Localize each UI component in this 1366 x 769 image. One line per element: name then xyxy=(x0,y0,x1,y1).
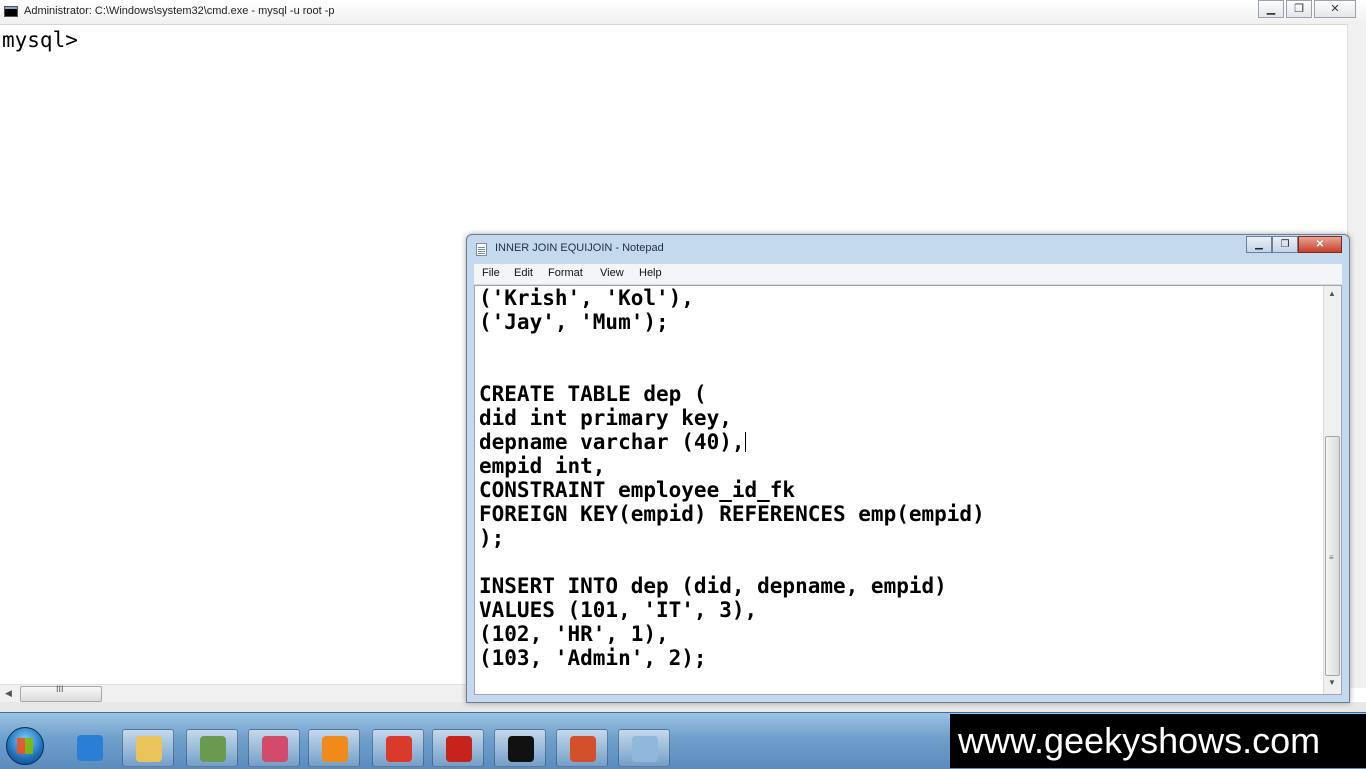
notepad-line-text: (102, 'HR', 1), xyxy=(479,622,669,646)
notepad-maximize-button[interactable]: ❐ xyxy=(1272,236,1298,253)
file-explorer-icon xyxy=(136,736,162,762)
notepad-window-title: INNER JOIN EQUIJOIN - Notepad xyxy=(495,242,664,254)
notepad-line[interactable]: empid int, xyxy=(479,454,985,478)
cmd-bottom-edge xyxy=(0,702,1366,712)
notepad-line-text: ('Krish', 'Kol'), xyxy=(479,286,694,310)
notepad-line-text: ('Jay', 'Mum'); xyxy=(479,310,669,334)
acrobat-reader-icon xyxy=(446,736,472,762)
menu-view[interactable]: View xyxy=(600,267,624,279)
notepad-line-text: INSERT INTO dep (did, depname, empid) xyxy=(479,574,947,598)
notepad-icon xyxy=(632,736,658,762)
text-caret xyxy=(744,432,746,452)
notepad-line[interactable]: (102, 'HR', 1), xyxy=(479,622,985,646)
notepad-titlebar[interactable]: INNER JOIN EQUIJOIN - Notepad ▁ ❐ ✕ xyxy=(467,235,1349,263)
notepad-text-content[interactable]: ('Krish', 'Kol'), ('Jay', 'Mum'); CREATE T… xyxy=(479,286,985,670)
notepad-line[interactable]: INSERT INTO dep (did, depname, empid) xyxy=(479,574,985,598)
scroll-down-icon[interactable]: ▼ xyxy=(1328,678,1336,687)
command-prompt-icon xyxy=(508,736,534,762)
menu-edit[interactable]: Edit xyxy=(514,267,533,279)
scroll-up-icon[interactable]: ▲ xyxy=(1328,289,1336,298)
notepad-line-text: did int primary key, xyxy=(479,406,732,430)
notepad-line[interactable]: CREATE TABLE dep ( xyxy=(479,382,985,406)
notepad-window: INNER JOIN EQUIJOIN - Notepad ▁ ❐ ✕ File… xyxy=(466,234,1350,703)
notepad-line-text: (103, 'Admin', 2); xyxy=(479,646,707,670)
notepad-line-text: depname varchar (40), xyxy=(479,430,745,454)
scroll-left-icon[interactable]: ◀ xyxy=(5,688,12,699)
notepad-line[interactable]: VALUES (101, 'IT', 3), xyxy=(479,598,985,622)
cmd-minimize-button[interactable]: ▁ xyxy=(1258,0,1284,18)
scroll-grip-icon: ≡ xyxy=(1329,553,1334,562)
notepad-line[interactable]: ('Jay', 'Mum'); xyxy=(479,310,985,334)
cmd-maximize-button[interactable]: ❐ xyxy=(1286,0,1312,18)
notepad-line-text: empid int, xyxy=(479,454,606,478)
notepad-line-text: FOREIGN KEY(empid) REFERENCES emp(empid) xyxy=(479,502,985,526)
chrome-icon xyxy=(386,736,412,762)
notepad-vscroll-thumb[interactable]: ≡ xyxy=(1325,436,1340,676)
cmd-window-title: Administrator: C:\Windows\system32\cmd.e… xyxy=(24,5,335,17)
notepad-line[interactable]: ); xyxy=(479,526,985,550)
notepad-vertical-scrollbar[interactable]: ▲ ≡ ▼ xyxy=(1323,286,1341,694)
taskbar-button[interactable] xyxy=(248,729,300,767)
cmd-app-icon xyxy=(4,6,18,17)
watermark-text: www.geekyshows.com xyxy=(958,720,1321,761)
book-reader-icon xyxy=(200,736,226,762)
notepad-line[interactable]: FOREIGN KEY(empid) REFERENCES emp(empid) xyxy=(479,502,985,526)
notepad-line[interactable] xyxy=(479,334,985,358)
notepad-line[interactable] xyxy=(479,550,985,574)
notepad-menubar: File Edit Format View Help xyxy=(474,264,1342,285)
notepad-line-text: CREATE TABLE dep ( xyxy=(479,382,707,406)
notepad-close-button[interactable]: ✕ xyxy=(1298,236,1342,253)
media-player-icon xyxy=(322,736,348,762)
taskbar-button[interactable] xyxy=(122,729,174,767)
cmd-titlebar[interactable]: Administrator: C:\Windows\system32\cmd.e… xyxy=(0,0,1366,25)
powerpoint-icon xyxy=(570,736,596,762)
notepad-line[interactable] xyxy=(479,358,985,382)
notepad-line[interactable]: depname varchar (40), xyxy=(479,430,985,454)
taskbar-button[interactable] xyxy=(556,729,608,767)
notepad-line[interactable]: (103, 'Admin', 2); xyxy=(479,646,985,670)
notepad-line[interactable]: did int primary key, xyxy=(479,406,985,430)
notepad-line-text: ); xyxy=(479,526,505,550)
cmd-prompt[interactable]: mysql> xyxy=(2,28,78,52)
watermark: www.geekyshows.com xyxy=(950,714,1366,768)
notepad-line-text: CONSTRAINT employee_id_fk xyxy=(479,478,796,502)
start-button[interactable] xyxy=(6,727,44,765)
notepad-line-text: VALUES (101, 'IT', 3), xyxy=(479,598,758,622)
taskbar-button[interactable] xyxy=(618,729,670,767)
taskbar-button[interactable] xyxy=(372,729,424,767)
menu-format[interactable]: Format xyxy=(548,267,583,279)
taskbar-button[interactable] xyxy=(186,729,238,767)
taskbar-button[interactable] xyxy=(494,729,546,767)
taskbar-button[interactable] xyxy=(432,729,484,767)
scroll-grip-icon: III xyxy=(56,684,64,694)
snipping-tool-icon xyxy=(262,736,288,762)
cmd-horizontal-scrollbar[interactable]: ◀ III xyxy=(0,684,470,703)
cmd-close-button[interactable]: ✕ xyxy=(1314,0,1356,18)
menu-help[interactable]: Help xyxy=(639,267,662,279)
taskbar-button[interactable] xyxy=(308,729,360,767)
notepad-app-icon xyxy=(476,243,487,256)
notepad-line[interactable]: ('Krish', 'Kol'), xyxy=(479,286,985,310)
menu-file[interactable]: File xyxy=(482,267,500,279)
internet-explorer-icon xyxy=(77,735,103,761)
notepad-line[interactable]: CONSTRAINT employee_id_fk xyxy=(479,478,985,502)
notepad-minimize-button[interactable]: ▁ xyxy=(1246,236,1272,253)
taskbar-button[interactable] xyxy=(64,729,116,767)
notepad-text-area[interactable]: ('Krish', 'Kol'), ('Jay', 'Mum'); CREATE T… xyxy=(474,285,1342,695)
